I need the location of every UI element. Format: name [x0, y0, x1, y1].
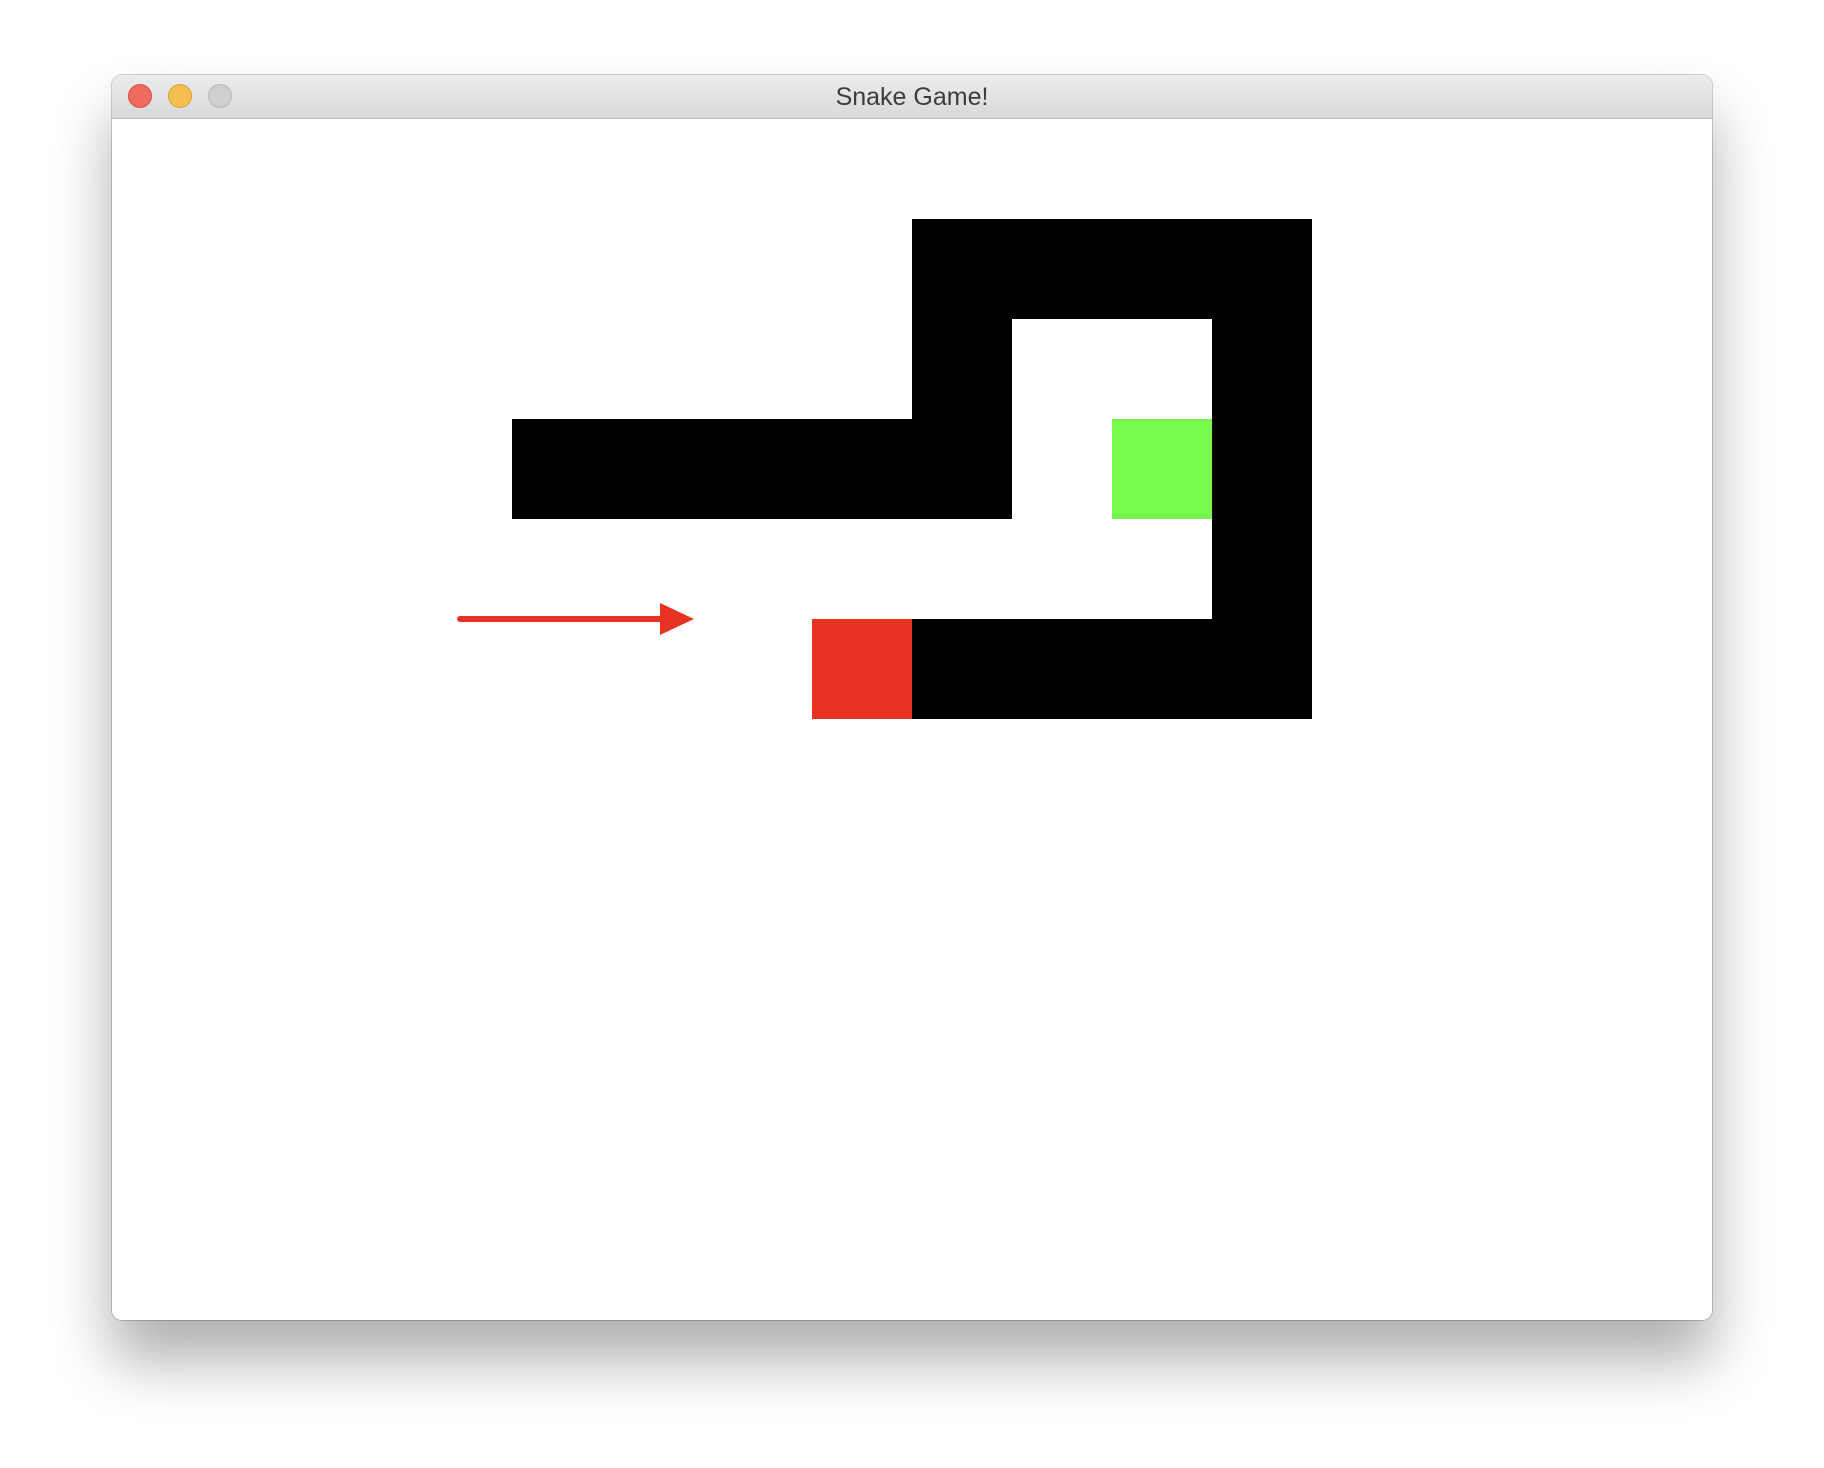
snake-segment [912, 419, 1012, 519]
snake-segment [1212, 419, 1312, 519]
snake-segment [1112, 219, 1212, 319]
food-item [1112, 419, 1212, 519]
snake-segment [1012, 619, 1112, 719]
snake-segment [612, 419, 712, 519]
title-bar[interactable]: Snake Game! [112, 75, 1712, 119]
game-window: Snake Game! [112, 75, 1712, 1320]
snake-segment [512, 419, 612, 519]
snake-segment [912, 219, 1012, 319]
snake-segment [1212, 319, 1312, 419]
snake-segment [1212, 619, 1312, 719]
snake-segment [1212, 519, 1312, 619]
snake-segment [912, 319, 1012, 419]
snake-segment [1212, 219, 1312, 319]
snake-segment [1112, 619, 1212, 719]
snake-segment [912, 619, 1012, 719]
snake-segment [812, 419, 912, 519]
snake-segment [712, 419, 812, 519]
snake-head [812, 619, 912, 719]
snake-segment [1012, 219, 1112, 319]
window-title: Snake Game! [835, 83, 989, 111]
game-board[interactable] [112, 119, 1712, 1320]
